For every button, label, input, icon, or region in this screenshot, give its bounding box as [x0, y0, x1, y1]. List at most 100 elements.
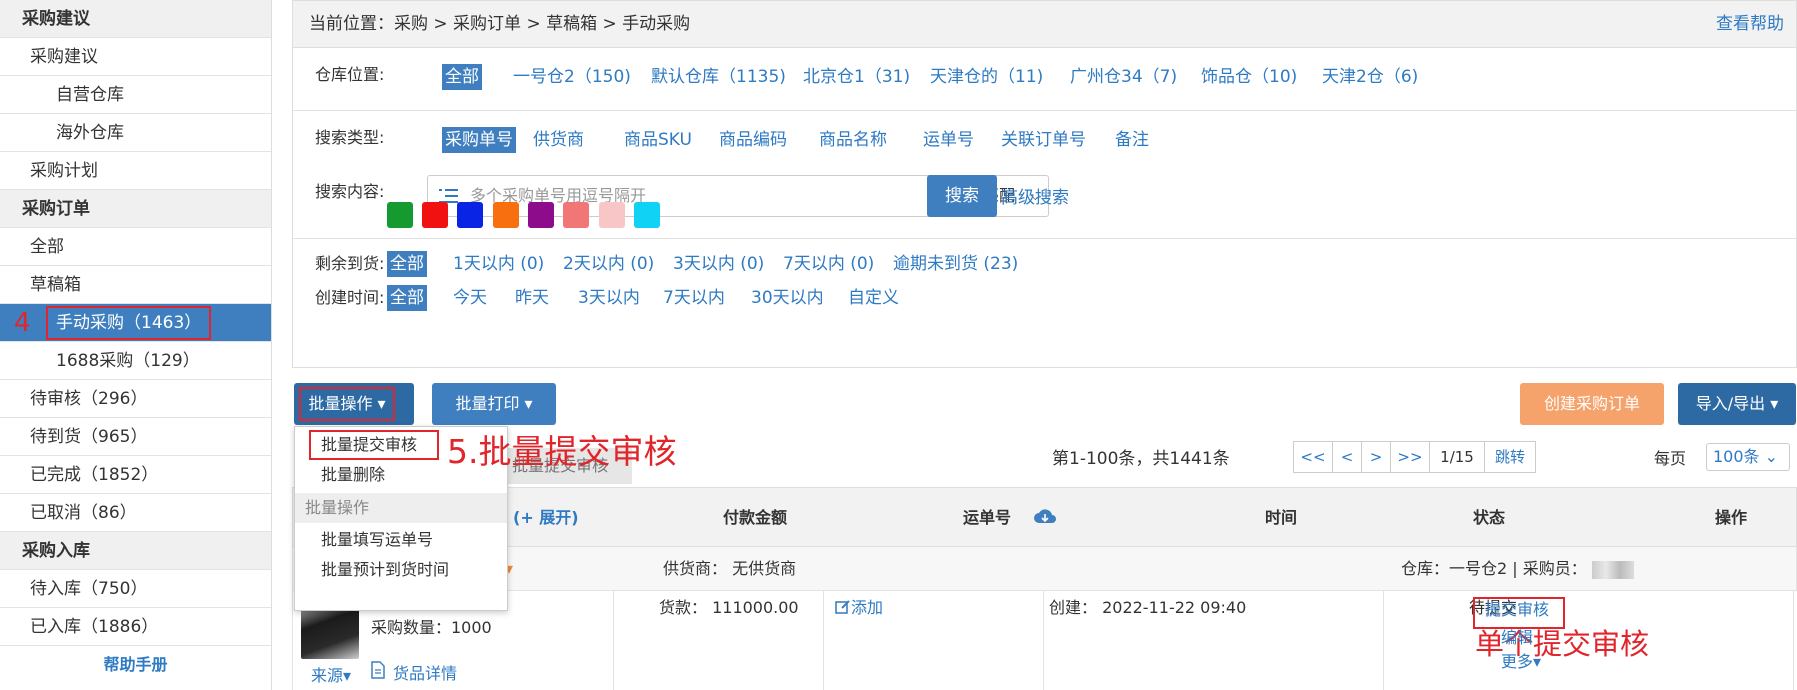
- group-warehouse: 仓库：一号仓2 | 采购员：: [1401, 547, 1634, 591]
- filter-panel: 仓库位置: 全部 一号仓2（150) 默认仓库（1135) 北京仓1（31) 天…: [292, 48, 1797, 368]
- arrival-option[interactable]: 7天以内 (0): [783, 251, 874, 277]
- product-detail-link[interactable]: 货品详情: [393, 661, 457, 687]
- warehouse-option[interactable]: 全部: [442, 64, 482, 90]
- color-tag-pink[interactable]: [599, 202, 625, 228]
- batch-ops-label: 批量操作 ▾: [299, 387, 395, 421]
- arrival-option[interactable]: 1天以内 (0): [453, 251, 544, 277]
- batch-ops-button[interactable]: 批量操作 ▾: [294, 383, 414, 425]
- sidebar-item-inbounded[interactable]: 已入库（1886）: [0, 608, 271, 646]
- created-option[interactable]: 今天: [453, 285, 487, 311]
- header-amount: 付款金额: [723, 508, 788, 527]
- warehouse-option[interactable]: 饰品仓（10): [1201, 64, 1297, 90]
- prev-page-button[interactable]: <: [1332, 441, 1362, 473]
- created-option[interactable]: 全部: [387, 285, 427, 311]
- pager-info: 第1-100条，共1441条: [1052, 449, 1230, 469]
- product-qty: 采购数量：1000: [371, 618, 492, 637]
- color-tag-blue[interactable]: [457, 202, 483, 228]
- color-tag-orange[interactable]: [493, 202, 519, 228]
- jump-button[interactable]: 跳转: [1484, 441, 1536, 473]
- search-type-option[interactable]: 采购单号: [442, 127, 516, 153]
- divider: [293, 110, 1796, 111]
- header-time: 时间: [1265, 508, 1298, 527]
- arrival-option[interactable]: 逾期未到货 (23): [893, 251, 1018, 277]
- color-tag-green[interactable]: [387, 202, 413, 228]
- create-order-button[interactable]: 创建采购订单: [1520, 383, 1664, 425]
- created-option[interactable]: 自定义: [848, 285, 899, 311]
- created-label: 创建时间:: [315, 288, 385, 307]
- arrival-label: 剩余到货:: [315, 254, 385, 273]
- menu-item-fill-tracking[interactable]: 批量填写运单号: [295, 525, 507, 555]
- per-page-select[interactable]: 100条 ⌄: [1706, 443, 1790, 471]
- sidebar-item-done[interactable]: 已完成（1852）: [0, 456, 271, 494]
- sidebar-item-draft[interactable]: 草稿箱: [0, 266, 271, 304]
- batch-print-button[interactable]: 批量打印 ▾: [432, 383, 556, 425]
- sidebar-item-suggest[interactable]: 采购建议: [0, 38, 271, 76]
- first-page-button[interactable]: <<: [1293, 441, 1333, 473]
- col-divider: [613, 591, 614, 690]
- warehouse-option[interactable]: 北京仓1（31): [803, 64, 910, 90]
- sidebar-item-all[interactable]: 全部: [0, 228, 271, 266]
- warehouse-option[interactable]: 天津仓的（11): [930, 64, 1043, 90]
- menu-item-est-arrival[interactable]: 批量预计到货时间: [295, 555, 507, 585]
- annotation-step-5: 5.批量提交审核: [447, 432, 677, 471]
- col-divider: [1793, 591, 1794, 690]
- color-tag-cyan[interactable]: [634, 202, 660, 228]
- sidebar-item-manual[interactable]: 4 手动采购（1463）: [0, 304, 271, 342]
- created-option[interactable]: 昨天: [515, 285, 549, 311]
- warehouse-option[interactable]: 天津2仓（6): [1322, 64, 1418, 90]
- advanced-search-link[interactable]: 高级搜索: [1001, 183, 1069, 208]
- search-type-option[interactable]: 备注: [1115, 127, 1149, 153]
- color-tag-purple[interactable]: [528, 202, 554, 228]
- sidebar-section-inbound[interactable]: 采购入库: [0, 532, 271, 570]
- color-tag-red[interactable]: [422, 202, 448, 228]
- warehouse-option[interactable]: 一号仓2（150): [513, 64, 631, 90]
- created-option[interactable]: 3天以内: [578, 285, 640, 311]
- expand-link[interactable]: (+ 展开): [513, 488, 579, 548]
- sidebar-item-1688[interactable]: 1688采购（129）: [0, 342, 271, 380]
- warehouse-label: 仓库位置:: [315, 65, 385, 84]
- per-page-label: 每页: [1654, 449, 1687, 468]
- warehouse-option[interactable]: 广州仓34（7): [1070, 64, 1177, 90]
- search-button[interactable]: 搜索: [927, 175, 997, 217]
- created-option[interactable]: 7天以内: [663, 285, 725, 311]
- help-manual-link[interactable]: 帮助手册: [0, 646, 271, 684]
- edit-link[interactable]: 编辑: [1501, 625, 1533, 651]
- col-divider: [1043, 591, 1044, 690]
- sidebar-item-pending-review[interactable]: 待审核（296）: [0, 380, 271, 418]
- sidebar-section-order[interactable]: 采购订单: [0, 190, 271, 228]
- submit-review-link[interactable]: 提交审核: [1485, 597, 1549, 623]
- sidebar-item-plan[interactable]: 采购计划: [0, 152, 271, 190]
- divider: [293, 238, 1796, 239]
- help-link[interactable]: 查看帮助: [1716, 1, 1784, 47]
- sidebar-item-cancelled[interactable]: 已取消（86）: [0, 494, 271, 532]
- search-type-option[interactable]: 供货商: [533, 127, 584, 153]
- search-type-option[interactable]: 运单号: [923, 127, 974, 153]
- next-page-button[interactable]: >: [1361, 441, 1391, 473]
- buyer-avatar-blurred: [1591, 560, 1634, 579]
- warehouse-option[interactable]: 默认仓库（1135): [651, 64, 786, 90]
- table-header: 息 (+ 展开) 付款金额 运单号 时间 状态 操作: [292, 487, 1797, 547]
- add-tracking-link[interactable]: 添加: [851, 595, 883, 621]
- search-type-option[interactable]: 商品SKU: [624, 127, 692, 153]
- sidebar-item-to-inbound[interactable]: 待入库（750）: [0, 570, 271, 608]
- sidebar-item-pending-arrival[interactable]: 待到货（965）: [0, 418, 271, 456]
- sidebar-item-self-warehouse[interactable]: 自营仓库: [0, 76, 271, 114]
- arrival-option[interactable]: 全部: [387, 251, 427, 277]
- last-page-button[interactable]: >>: [1390, 441, 1430, 473]
- breadcrumb: 当前位置：采购 > 采购订单 > 草稿箱 > 手动采购 查看帮助: [292, 0, 1797, 48]
- sidebar-item-overseas-warehouse[interactable]: 海外仓库: [0, 114, 271, 152]
- import-export-button[interactable]: 导入/导出 ▾: [1678, 383, 1796, 425]
- sidebar-section-suggest[interactable]: 采购建议: [0, 0, 271, 38]
- search-type-option[interactable]: 商品名称: [819, 127, 887, 153]
- color-tag-salmon[interactable]: [563, 202, 589, 228]
- arrival-option[interactable]: 2天以内 (0): [563, 251, 654, 277]
- more-link[interactable]: 更多▾: [1501, 649, 1541, 675]
- cloud-download-icon[interactable]: [1033, 507, 1057, 527]
- search-type-option[interactable]: 关联订单号: [1001, 127, 1086, 153]
- search-type-option[interactable]: 商品编码: [719, 127, 787, 153]
- created-option[interactable]: 30天以内: [751, 285, 824, 311]
- arrival-option[interactable]: 3天以内 (0): [673, 251, 764, 277]
- edit-icon[interactable]: [835, 599, 851, 615]
- annotation-step-4: 4: [14, 308, 31, 338]
- source-link[interactable]: 来源▾: [311, 663, 351, 689]
